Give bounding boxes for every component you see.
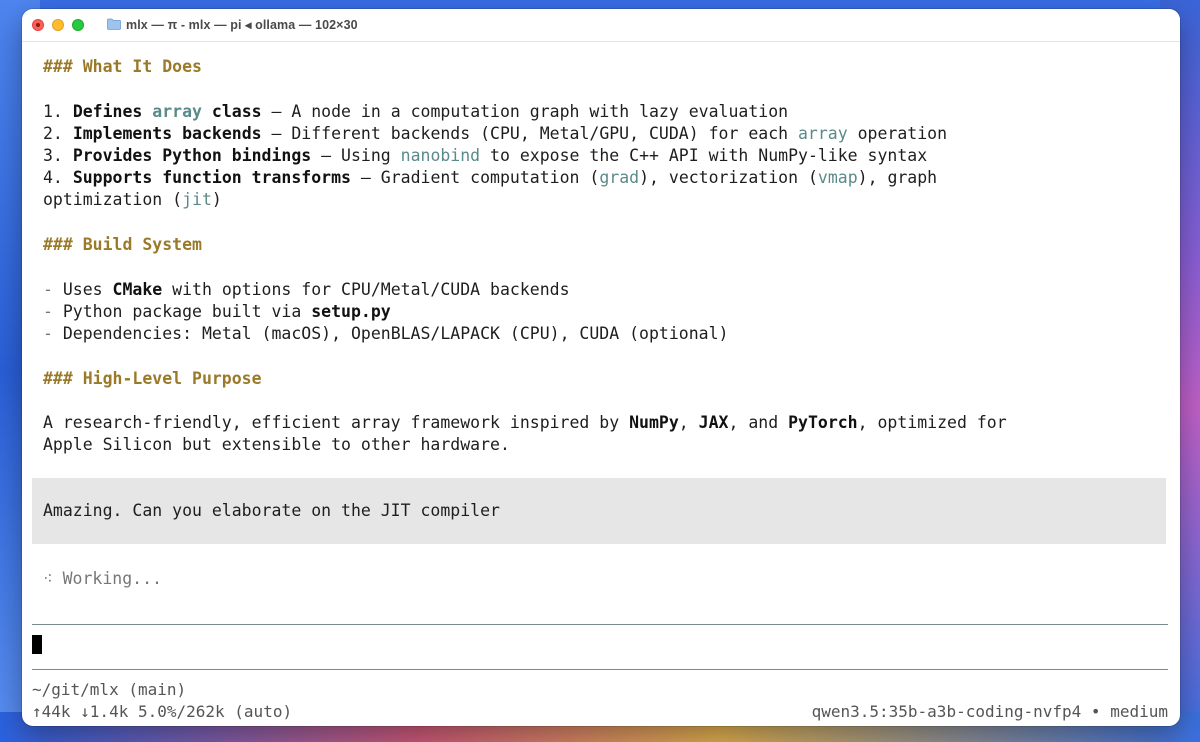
list-number: 2. [43, 124, 73, 143]
item-text: ) [211, 190, 222, 209]
list-item: - Dependencies: Metal (macOS), OpenBLAS/… [43, 323, 728, 345]
item-text: to expose the C++ API with NumPy-like sy… [480, 146, 928, 165]
list-item: 4. Supports function transforms – Gradie… [43, 167, 937, 189]
bullet-dash: - [43, 280, 63, 299]
list-item: - Uses CMake with options for CPU/Metal/… [43, 279, 570, 301]
close-button[interactable] [32, 19, 44, 31]
inline-code: vmap [817, 168, 858, 187]
item-text: Uses [62, 280, 113, 299]
status-tokens: ↑44k ↓1.4k 5.0%/262k (auto) [32, 702, 293, 721]
item-text: Python package built via [62, 302, 312, 321]
input-separator-top [32, 624, 1168, 625]
list-number: 4. [43, 168, 73, 187]
list-item: 3. Provides Python bindings – Using nano… [43, 145, 927, 167]
list-item-continuation: optimization (jit) [43, 189, 222, 211]
list-number: 3. [43, 146, 73, 165]
zoom-button[interactable] [72, 19, 84, 31]
status-cwd: ~/git/mlx (main) [32, 680, 187, 699]
window-title: mlx — π - mlx — pi ◂ ollama — 102×30 [126, 18, 358, 32]
item-text: ), vectorization ( [639, 168, 818, 187]
title-bar[interactable]: mlx — π - mlx — pi ◂ ollama — 102×30 [22, 9, 1180, 42]
inline-code: nanobind [400, 146, 481, 165]
bold-text: setup.py [311, 302, 391, 321]
item-text: with options for CPU/Metal/CUDA backends [162, 280, 570, 299]
item-text: – Gradient computation ( [350, 168, 600, 187]
section-heading-purpose: ### High-Level Purpose [43, 369, 262, 388]
bold-text: CMake [112, 280, 163, 299]
paragraph-text: A research-friendly, efficient array fra… [43, 413, 630, 432]
terminal-content[interactable]: ### What It Does 1. Defines array class … [22, 42, 1180, 726]
item-text: optimization ( [43, 190, 183, 209]
list-number: 1. [43, 102, 73, 121]
status-model: qwen3.5:35b-a3b-coding-nvfp4 • medium [811, 702, 1168, 721]
user-message-text: Amazing. Can you elaborate on the JIT co… [43, 501, 500, 520]
working-text: Working... [52, 569, 162, 588]
list-item: - Python package built via setup.py [43, 301, 391, 323]
minimize-button[interactable] [52, 19, 64, 31]
working-indicator: ⁖ Working... [43, 568, 162, 590]
item-text: – Using [311, 146, 401, 165]
inline-code: array [798, 124, 848, 143]
list-item: 2. Implements backends – Different backe… [43, 123, 947, 145]
bold-text: JAX [698, 413, 729, 432]
bold-text: PyTorch [788, 413, 858, 432]
paragraph-text: , optimized for [857, 413, 1007, 432]
text-cursor[interactable] [32, 635, 42, 654]
item-text: operation [847, 124, 948, 143]
bold-text: NumPy [629, 413, 679, 432]
paragraph-line: A research-friendly, efficient array fra… [43, 412, 1007, 434]
input-separator-bottom [32, 669, 1168, 670]
folder-icon [107, 18, 121, 30]
bold-text: Supports function transforms [72, 168, 351, 187]
inline-code: jit [182, 190, 212, 209]
paragraph-line: Apple Silicon but extensible to other ha… [43, 435, 510, 454]
item-text: ), graph [857, 168, 938, 187]
list-item: 1. Defines array class – A node in a com… [43, 101, 788, 123]
paragraph-text: , [678, 413, 699, 432]
bullet-dash: - [43, 324, 63, 343]
bold-text: class [201, 102, 262, 121]
user-message: Amazing. Can you elaborate on the JIT co… [32, 478, 1166, 544]
item-text: Dependencies: Metal (macOS), OpenBLAS/LA… [62, 324, 729, 343]
section-heading-build-system: ### Build System [43, 235, 202, 254]
bold-text: Defines [72, 102, 153, 121]
paragraph-text: , and [728, 413, 789, 432]
spinner-icon: ⁖ [43, 569, 53, 588]
inline-code: grad [599, 168, 640, 187]
bold-text: Implements backends [72, 124, 262, 143]
terminal-window: mlx — π - mlx — pi ◂ ollama — 102×30 ###… [22, 9, 1180, 726]
bold-text: Provides Python bindings [72, 146, 312, 165]
bullet-dash: - [43, 302, 63, 321]
inline-code: array [152, 102, 202, 121]
item-text: – Different backends (CPU, Metal/GPU, CU… [261, 124, 798, 143]
section-heading-what-it-does: ### What It Does [43, 57, 202, 76]
item-text: – A node in a computation graph with laz… [261, 102, 789, 121]
